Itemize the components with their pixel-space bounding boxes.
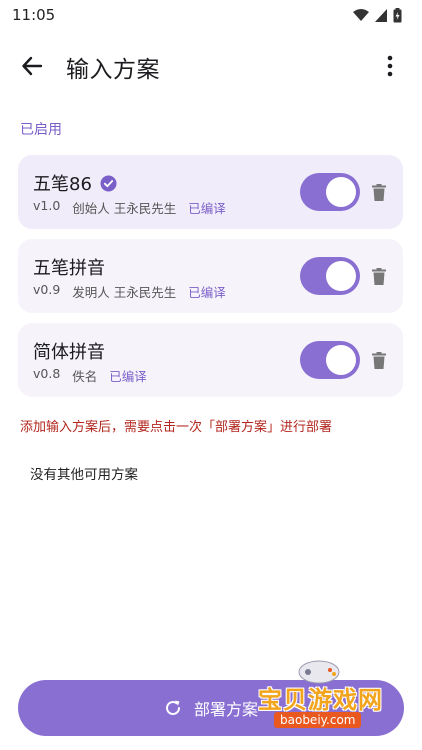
delete-button[interactable] <box>370 349 388 371</box>
scheme-meta: v0.8 佚名 已编译 <box>33 366 147 385</box>
watermark-text: 宝贝游戏网 <box>258 686 383 714</box>
delete-button[interactable] <box>370 265 388 287</box>
toggle-knob <box>326 345 356 375</box>
scheme-card-wubi-pinyin[interactable]: 五笔拼音 v0.9 发明人 王永民先生 已编译 <box>18 239 403 313</box>
scheme-status: 已编译 <box>109 369 147 384</box>
watermark-subtext: baobeiy.com <box>274 712 362 728</box>
scheme-version: v0.8 <box>33 366 61 381</box>
back-button[interactable] <box>18 52 46 80</box>
status-icons <box>353 7 402 23</box>
scheme-author: 发明人 王永民先生 <box>72 285 177 300</box>
scheme-author: 佚名 <box>72 369 98 384</box>
status-time: 11:05 <box>12 6 56 24</box>
more-vert-icon <box>387 55 393 77</box>
signal-icon <box>375 8 387 22</box>
battery-icon <box>393 7 402 22</box>
refresh-icon <box>166 700 180 715</box>
scheme-meta: v1.0 创始人 王永民先生 已编译 <box>33 198 226 217</box>
page-title: 输入方案 <box>66 57 160 83</box>
trash-icon <box>372 183 386 201</box>
scheme-title: 五笔拼音 <box>33 254 105 280</box>
app-bar: 输入方案 <box>0 36 422 96</box>
scheme-name: 五笔86 <box>33 174 92 195</box>
scheme-name: 简体拼音 <box>33 342 105 363</box>
scheme-card-wubi86[interactable]: 五笔86 v1.0 创始人 王永民先生 已编译 <box>18 155 403 229</box>
verified-icon <box>100 175 117 191</box>
arrow-back-icon <box>22 56 43 76</box>
scheme-version: v0.9 <box>33 282 61 297</box>
scheme-status: 已编译 <box>188 285 226 300</box>
toggle-knob <box>326 177 356 207</box>
status-bar: 11:05 <box>0 0 422 30</box>
trash-icon <box>372 351 386 369</box>
scheme-enable-toggle[interactable] <box>300 257 360 295</box>
deploy-notice: 添加输入方案后，需要点击一次「部署方案」进行部署 <box>20 420 333 435</box>
scheme-author: 创始人 王永民先生 <box>72 201 177 216</box>
scheme-enable-toggle[interactable] <box>300 341 360 379</box>
toggle-knob <box>326 261 356 291</box>
scheme-title: 五笔86 <box>33 170 117 196</box>
scheme-version: v1.0 <box>33 198 61 213</box>
more-options-button[interactable] <box>378 52 402 80</box>
wifi-icon <box>353 8 369 21</box>
watermark-logo: 宝贝游戏网 baobeiy.com <box>246 658 396 744</box>
scheme-meta: v0.9 发明人 王永民先生 已编译 <box>33 282 226 301</box>
section-enabled-label: 已启用 <box>20 122 62 138</box>
scheme-title: 简体拼音 <box>33 338 105 364</box>
scheme-name: 五笔拼音 <box>33 258 105 279</box>
scheme-card-simplified-pinyin[interactable]: 简体拼音 v0.8 佚名 已编译 <box>18 323 403 397</box>
scheme-status: 已编译 <box>188 201 226 216</box>
trash-icon <box>372 267 386 285</box>
empty-available-text: 没有其他可用方案 <box>30 467 138 483</box>
scheme-enable-toggle[interactable] <box>300 173 360 211</box>
delete-button[interactable] <box>370 181 388 203</box>
